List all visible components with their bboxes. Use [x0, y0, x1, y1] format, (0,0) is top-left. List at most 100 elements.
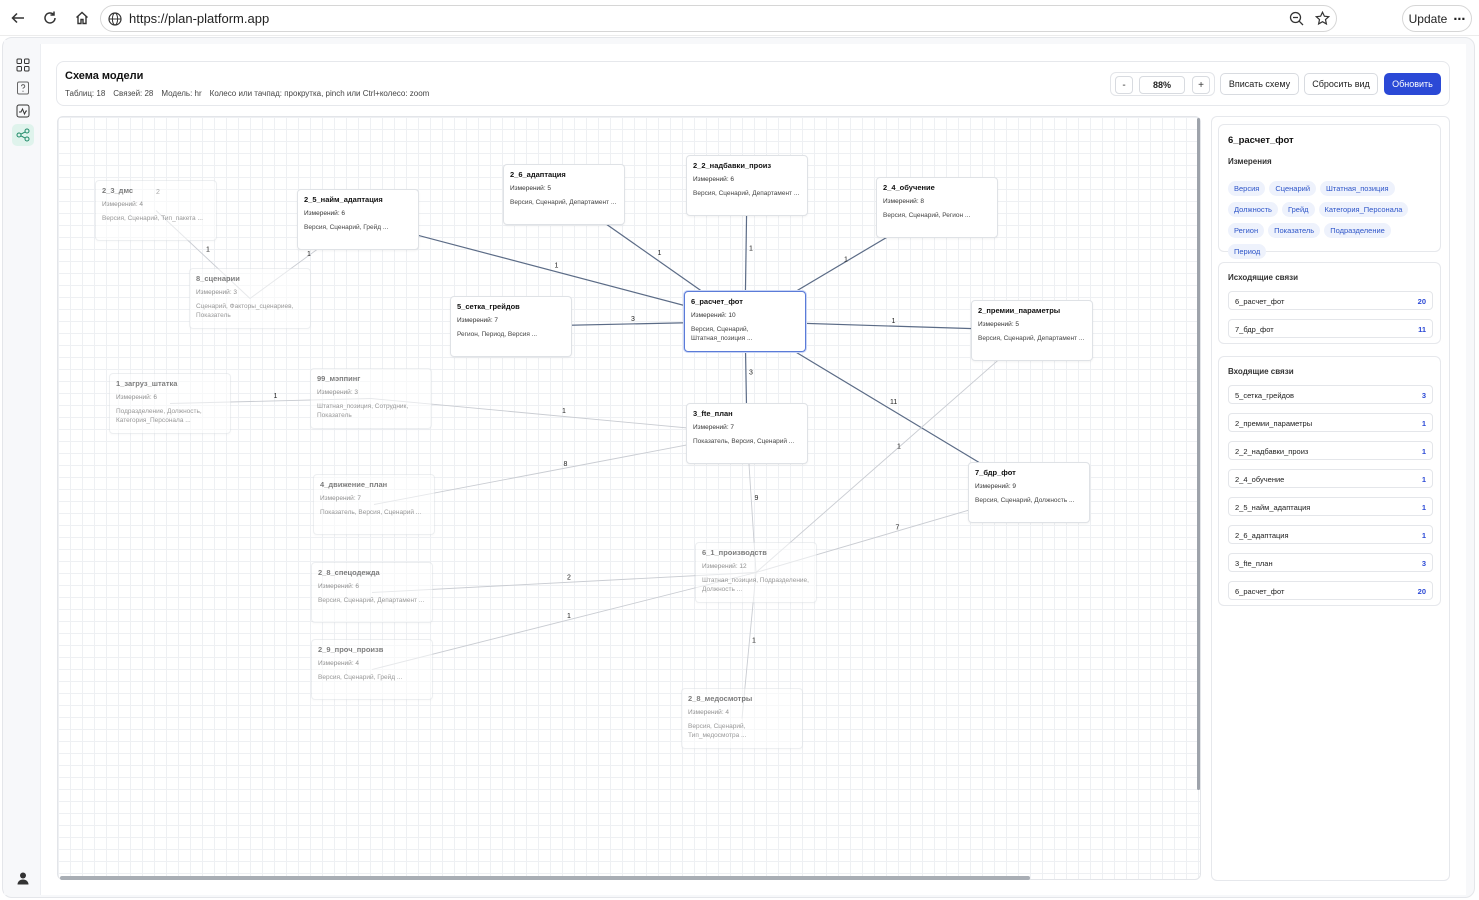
- table-node[interactable]: 1_загруз_штатка Измерений: 6 Подразделение…: [109, 373, 231, 434]
- outgoing-link-row[interactable]: 6_расчет_фот 20: [1228, 291, 1433, 310]
- node-title: 6_расчет_фот: [691, 297, 743, 306]
- table-node[interactable]: 2_4_обучение Измерений: 8 Версия, Сценарий…: [876, 177, 998, 238]
- table-node[interactable]: 2_3_дмс Измерений: 4 Версия, Сценарий, Тип…: [95, 180, 217, 241]
- update-label: Update: [1408, 11, 1448, 26]
- table-node[interactable]: 3_fte_план Измерений: 7 Показатель, Версия…: [686, 403, 808, 464]
- incoming-link-row[interactable]: 2_5_найм_адаптация 1: [1228, 497, 1433, 516]
- table-node[interactable]: 2_9_проч_произв Измерений: 4 Версия, Сцена…: [311, 639, 433, 700]
- table-node[interactable]: 2_2_надбавки_произ Измерений: 6 Версия, Сц…: [686, 155, 808, 216]
- home-icon[interactable]: [70, 6, 94, 30]
- zoom-out-icon[interactable]: [1289, 11, 1304, 31]
- dimension-chip[interactable]: Подразделение: [1324, 223, 1391, 238]
- model-name: Модель: hr: [161, 89, 202, 98]
- link-count: 3: [1421, 391, 1426, 400]
- zoom-plus-button[interactable]: +: [1192, 76, 1210, 94]
- dimension-chip[interactable]: Грейд: [1281, 202, 1315, 217]
- grid-icon[interactable]: [12, 54, 34, 76]
- star-icon[interactable]: [1314, 10, 1331, 31]
- table-node[interactable]: 2_6_адаптация Измерений: 5 Версия, Сценари…: [503, 164, 625, 225]
- refresh-button[interactable]: Обновить: [1384, 73, 1441, 95]
- fit-schema-button[interactable]: Вписать схему: [1220, 73, 1299, 95]
- node-title: 2_2_надбавки_произ: [693, 161, 772, 170]
- incoming-heading: Входящие связи: [1228, 367, 1294, 376]
- dimension-chip[interactable]: Период: [1228, 244, 1267, 259]
- node-columns: Версия, Сценарий, Должность ...: [975, 497, 1075, 504]
- dimension-chip[interactable]: Показатель: [1268, 223, 1321, 238]
- user-icon[interactable]: [12, 867, 34, 889]
- outgoing-link-row[interactable]: 7_бдр_фот 11: [1228, 319, 1433, 338]
- table-node[interactable]: 6_расчет_фот Измерений: 10 Версия, Сценари…: [684, 291, 806, 352]
- reset-view-button[interactable]: Сбросить вид: [1304, 73, 1378, 95]
- node-extra-badge: 2: [156, 189, 160, 196]
- outgoing-card: Исходящие связи 6_расчет_фот 20 7_бдр_фот 1…: [1218, 262, 1441, 344]
- incoming-link-row[interactable]: 6_расчет_фот 20: [1228, 581, 1433, 600]
- url-text: https://plan-platform.app: [129, 11, 270, 26]
- zoom-value[interactable]: 88%: [1139, 76, 1185, 94]
- table-node[interactable]: 5_сетка_грейдов Измерений: 7 Регион, Перио…: [450, 296, 572, 357]
- dimension-chip[interactable]: Категория_Персонала: [1318, 202, 1409, 217]
- address-bar[interactable]: https://plan-platform.app: [100, 5, 1337, 32]
- link-table-name: 2_6_адаптация: [1235, 531, 1289, 540]
- dimension-chip[interactable]: Штатная_позиция: [1320, 181, 1395, 196]
- table-node[interactable]: 7_бдр_фот Измерений: 9 Версия, Сценарий, Д…: [968, 462, 1090, 523]
- canvas-horizontal-scrollbar[interactable]: [60, 876, 1030, 880]
- table-node[interactable]: 4_движение_план Измерений: 7 Показатель, В…: [313, 474, 435, 535]
- node-columns: Версия, Сценарий, Тип_пакета ...: [102, 215, 203, 222]
- link-table-name: 2_4_обучение: [1235, 475, 1285, 484]
- incoming-link-row[interactable]: 2_6_адаптация 1: [1228, 525, 1433, 544]
- incoming-link-row[interactable]: 5_сетка_грейдов 3: [1228, 385, 1433, 404]
- dimension-chip[interactable]: Должность: [1228, 202, 1278, 217]
- back-icon[interactable]: [6, 6, 30, 30]
- selected-table-title: 6_расчет_фот: [1228, 135, 1294, 146]
- incoming-link-row[interactable]: 2_2_надбавки_произ 1: [1228, 441, 1433, 460]
- node-columns: Версия, Сценарий, Департамент ...: [978, 335, 1085, 342]
- node-columns: Версия, Сценарий, Департамент ...: [318, 597, 425, 604]
- incoming-link-row[interactable]: 3_fte_план 3: [1228, 553, 1433, 572]
- node-title: 2_6_адаптация: [510, 170, 566, 179]
- browser-toolbar: https://plan-platform.app Update ⋯: [0, 0, 1479, 36]
- reload-icon[interactable]: [38, 6, 62, 30]
- dimension-chip[interactable]: Регион: [1228, 223, 1265, 238]
- node-dim-count: Измерений: 10: [691, 312, 736, 319]
- link-count: 20: [1417, 297, 1426, 306]
- node-dim-count: Измерений: 4: [102, 201, 144, 208]
- incoming-card: Входящие связи 5_сетка_грейдов 3 2_премии_…: [1218, 356, 1441, 606]
- node-title: 3_fte_план: [693, 409, 733, 418]
- node-dim-count: Измерений: 6: [304, 210, 346, 217]
- dimension-chip[interactable]: Сценарий: [1269, 181, 1317, 196]
- dimension-chips: Версия Сценарий Штатная_позиция Должность Гр…: [1228, 181, 1433, 259]
- link-table-name: 2_5_найм_адаптация: [1235, 503, 1311, 512]
- canvas-vertical-scrollbar[interactable]: [1197, 118, 1200, 790]
- node-title: 2_8_медосмотры: [688, 694, 753, 703]
- incoming-link-row[interactable]: 2_4_обучение 1: [1228, 469, 1433, 488]
- table-node[interactable]: 99_мэппинг Измерений: 3 Штатная_позиция, С…: [310, 368, 432, 429]
- node-dim-count: Измерений: 7: [693, 424, 735, 431]
- table-node[interactable]: 8_сценарии Измерений: 3 Сценарий, Факторы_…: [189, 268, 311, 329]
- node-title: 2_5_найм_адаптация: [304, 195, 383, 204]
- node-columns: Показатель, Версия, Сценарий ...: [320, 509, 422, 516]
- activity-icon[interactable]: [12, 100, 34, 122]
- link-count: 1: [1421, 475, 1426, 484]
- node-title: 2_4_обучение: [883, 183, 935, 192]
- zoom-minus-button[interactable]: -: [1115, 76, 1133, 94]
- table-node[interactable]: 6_1_производств Измерений: 12 Штатная_пози…: [695, 542, 817, 603]
- update-button[interactable]: Update ⋯: [1402, 5, 1472, 32]
- table-node[interactable]: 2_8_медосмотры Измерений: 4 Версия, Сценар…: [681, 688, 803, 749]
- node-dim-count: Измерений: 4: [318, 660, 360, 667]
- table-node[interactable]: 2_премии_параметры Измерений: 5 Версия, Сц…: [971, 300, 1093, 361]
- dimensions-card: 6_расчет_фот Измерения Версия Сценарий Шта…: [1218, 124, 1441, 259]
- schema-icon[interactable]: [12, 124, 34, 146]
- zoom-control: - 88% +: [1110, 72, 1215, 96]
- node-title: 5_сетка_грейдов: [457, 302, 520, 311]
- page-title: Схема модели: [65, 70, 144, 82]
- table-node[interactable]: 2_5_найм_адаптация Измерений: 6 Версия, Сц…: [297, 189, 419, 250]
- help-icon[interactable]: [12, 77, 34, 99]
- dimensions-heading: Измерения: [1228, 157, 1272, 166]
- node-dim-count: Измерений: 9: [975, 483, 1017, 490]
- dimension-chip[interactable]: Версия: [1228, 181, 1266, 196]
- incoming-link-row[interactable]: 2_премии_параметры 1: [1228, 413, 1433, 432]
- table-node[interactable]: 2_8_спецодежда Измерений: 6 Версия, Сценар…: [311, 562, 433, 623]
- link-count: 1: [1421, 503, 1426, 512]
- left-rail: [4, 40, 40, 895]
- node-title: 99_мэппинг: [317, 374, 361, 383]
